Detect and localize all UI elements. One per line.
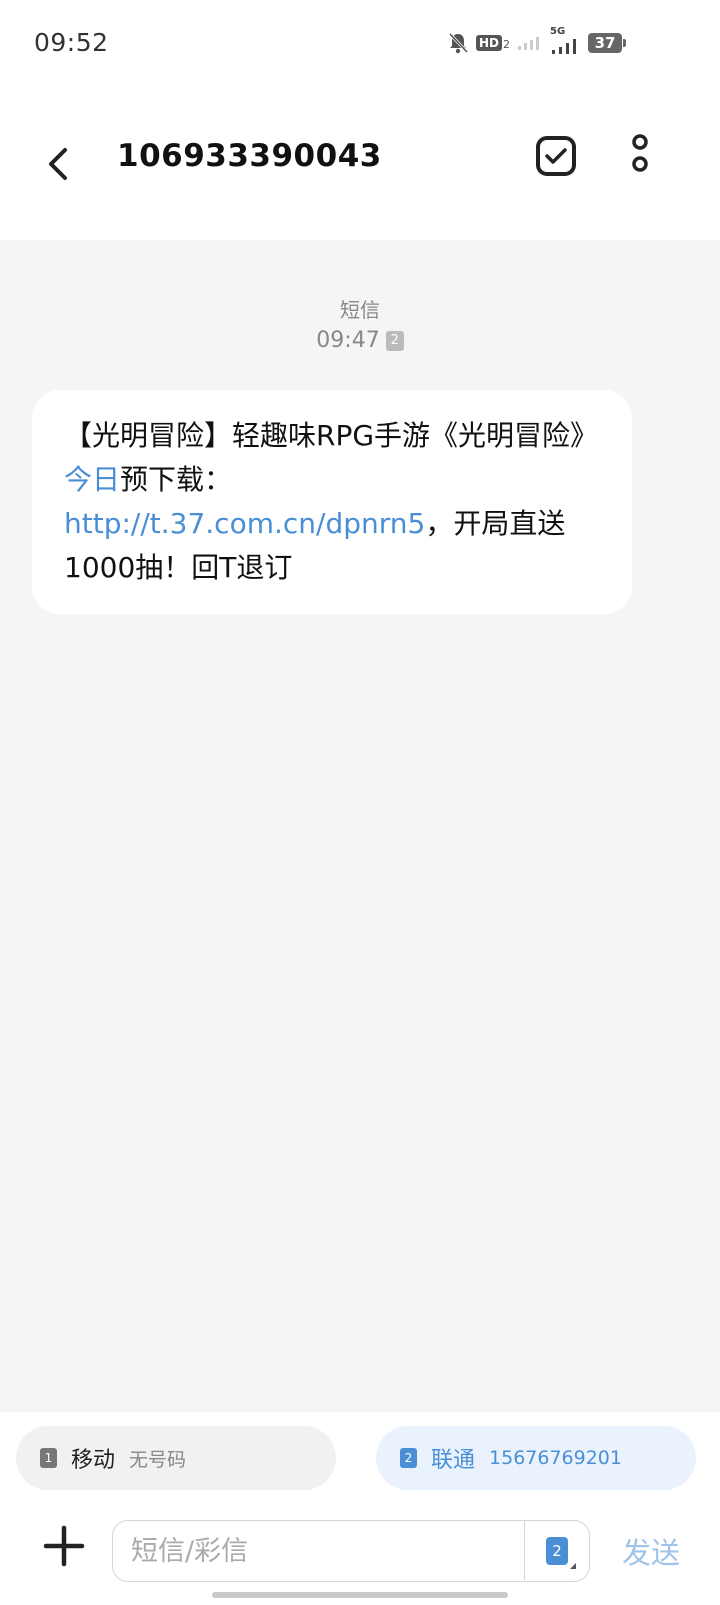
signal-5g-icon: 5G: [550, 26, 580, 54]
message-text-part: 【光明冒险】轻趣味RPG手游《光明冒险》: [64, 419, 599, 452]
message-type-label: 短信: [340, 298, 380, 322]
more-vertical-icon: [632, 134, 648, 172]
sim2-button[interactable]: 2 联通 15676769201: [376, 1426, 696, 1490]
hd-label: HD: [476, 35, 503, 51]
checkbox-icon: [536, 136, 576, 176]
message-bubble[interactable]: 【光明冒险】轻趣味RPG手游《光明冒险》今日预下载： http://t.37.co…: [32, 390, 632, 614]
sim-slot-icon: 2: [385, 331, 404, 351]
back-button[interactable]: [36, 134, 80, 194]
conversation-header: 106933390043: [0, 86, 720, 240]
contact-number-title: 106933390043: [117, 138, 382, 174]
date-link[interactable]: 今日: [64, 463, 120, 496]
send-button[interactable]: 发送: [622, 1530, 680, 1572]
battery-level: 37: [594, 34, 616, 52]
back-arrow-icon: [49, 148, 67, 180]
corner-indicator-icon: [570, 1562, 576, 1569]
message-time-row: 09:47 2: [0, 324, 720, 358]
home-indicator[interactable]: [212, 1592, 508, 1598]
sim1-icon: 1: [40, 1448, 57, 1468]
sim1-carrier: 移动: [71, 1448, 116, 1473]
status-icons: HD 2 5G 37: [448, 26, 627, 56]
sim-card-icon: 2: [546, 1536, 576, 1569]
status-bar: 09:52 HD 2 5G 37: [0, 0, 720, 86]
multi-select-button[interactable]: [532, 132, 580, 180]
sim-selector: 1 移动 无号码 2 联通 15676769201: [0, 1412, 720, 1500]
sim2-icon: 2: [400, 1448, 417, 1468]
sim2-number: 15676769201: [489, 1447, 622, 1469]
message-time: 09:47: [316, 328, 380, 353]
more-options-button[interactable]: [620, 130, 660, 182]
compose-input-box: 2: [112, 1520, 590, 1582]
signal-sim1-icon: [518, 36, 542, 50]
attach-button[interactable]: [40, 1522, 88, 1570]
message-meta: 短信 09:47 2: [0, 296, 720, 358]
sim2-carrier: 联通: [431, 1448, 476, 1473]
sim-switch-button[interactable]: 2: [524, 1521, 589, 1580]
message-text-part: 预下载：: [120, 463, 233, 496]
sim1-button[interactable]: 1 移动 无号码: [16, 1426, 336, 1490]
network-label: 5G: [550, 26, 566, 37]
battery-icon: 37: [588, 33, 627, 53]
bell-muted-icon: [448, 32, 468, 54]
hd-sub-label: 2: [503, 38, 511, 51]
status-time: 09:52: [34, 28, 109, 57]
sim1-number: 无号码: [129, 1448, 187, 1471]
hd-voice-icon: HD 2: [476, 35, 510, 51]
plus-icon: [43, 1525, 85, 1567]
message-list[interactable]: 短信 09:47 2 【光明冒险】轻趣味RPG手游《光明冒险》今日预下载： htt…: [0, 240, 720, 1412]
sim-switch-slot: 2: [552, 1541, 562, 1560]
message-input[interactable]: [129, 1521, 513, 1582]
compose-bar: 2 发送: [0, 1500, 720, 1605]
url-link[interactable]: http://t.37.com.cn/dpnrn5: [64, 507, 425, 540]
